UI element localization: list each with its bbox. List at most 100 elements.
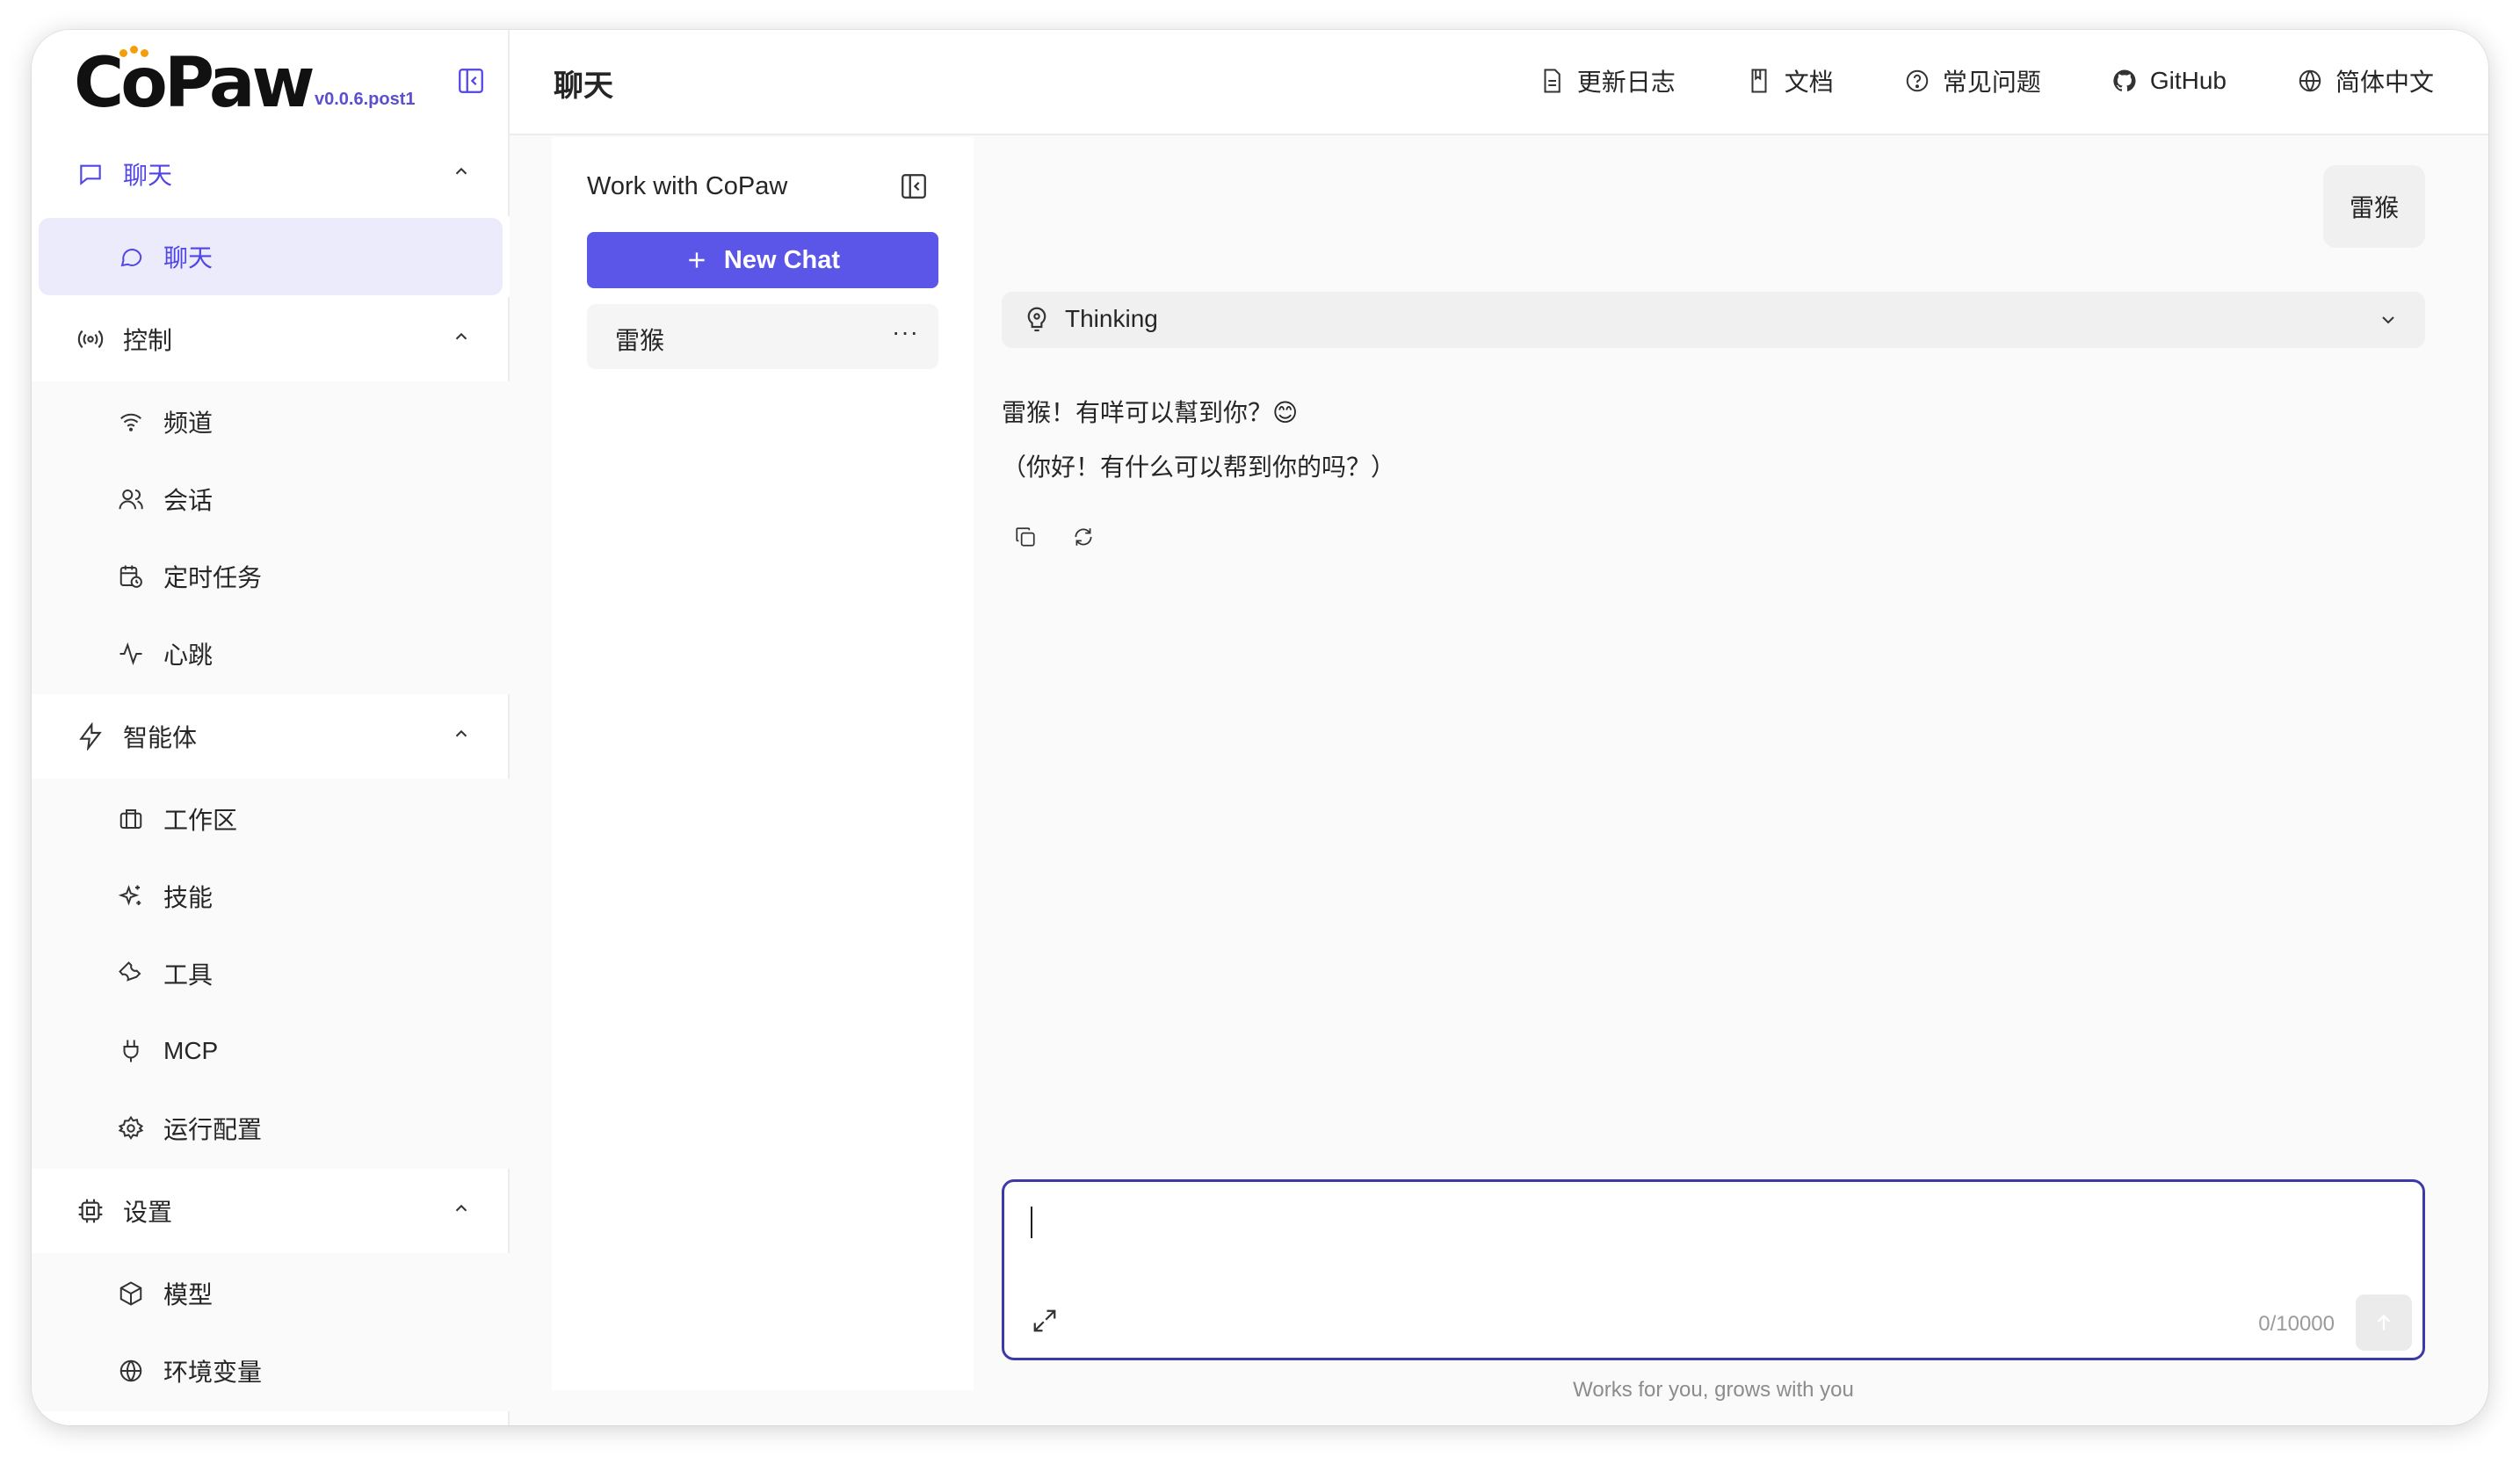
sidebar-item-runtime-config[interactable]: 运行配置 (32, 1090, 510, 1167)
session-panel-title: Work with CoPaw (587, 172, 788, 200)
book-icon (1751, 69, 1767, 93)
char-counter: 0/10000 (2258, 1312, 2335, 1336)
version-label: v0.0.6.post1 (315, 90, 416, 109)
sidebar-item-label: 工作区 (163, 807, 238, 834)
chevron-down-icon (2378, 309, 2399, 335)
sidebar-item-label: 频道 (163, 410, 214, 437)
menu-group-settings[interactable]: 设置 (32, 1169, 510, 1253)
new-chat-label: New Chat (723, 245, 841, 274)
sidebar: CoPaw v0.0.6.post1 聊天 聊天 控制 频道 会话 定时任务 心… (32, 30, 510, 1425)
menu-group-label: 控制 (123, 327, 173, 354)
thinking-label: Thinking (1065, 305, 1158, 332)
sidebar-item-label: 技能 (163, 884, 214, 911)
changelog-label: 更新日志 (1576, 69, 1676, 96)
plus-icon (689, 252, 705, 268)
send-button[interactable] (2356, 1294, 2412, 1351)
new-chat-button[interactable]: New Chat (587, 232, 938, 288)
chevron-up-icon (452, 162, 471, 185)
wrench-icon (116, 959, 146, 989)
session-item[interactable]: 雷猴 ··· (587, 304, 938, 369)
menu-group-chat[interactable]: 聊天 (32, 132, 510, 216)
header-links: 更新日志 文档 常见问题 GitHub 简体中文 (1539, 63, 2434, 98)
menu-group-agent[interactable]: 智能体 (32, 694, 510, 779)
panel-left-icon (902, 174, 926, 199)
language-switch[interactable]: 简体中文 (2297, 63, 2434, 98)
session-panel: Work with CoPaw New Chat 雷猴 ··· (552, 137, 974, 1390)
regenerate-icon[interactable] (1070, 524, 1097, 550)
copy-icon[interactable] (1012, 524, 1039, 550)
logo: CoPaw (74, 44, 315, 123)
lightbulb-brain-icon (1027, 307, 1046, 332)
github-icon (2113, 69, 2136, 91)
sidebar-item-label: 心跳 (163, 642, 214, 669)
chevron-up-icon (452, 1199, 471, 1222)
thinking-panel[interactable]: Thinking (1002, 292, 2425, 348)
sidebar-collapse-button[interactable] (453, 63, 489, 98)
sidebar-item-models[interactable]: 模型 (32, 1255, 510, 1332)
sidebar-item-label: MCP (163, 1037, 219, 1064)
sidebar-item-chat[interactable]: 聊天 (39, 218, 503, 295)
sidebar-item-env-vars[interactable]: 环境变量 (32, 1332, 510, 1410)
calendar-clock-icon (116, 562, 146, 591)
user-message: 雷猴 (2322, 165, 2425, 248)
github-link[interactable]: GitHub (2111, 63, 2227, 98)
submenu-agent: 工作区 技能 工具 MCP 运行配置 (32, 779, 510, 1169)
sidebar-item-heartbeat[interactable]: 心跳 (32, 615, 510, 692)
text-caret (1031, 1207, 1032, 1238)
chevron-up-icon (452, 724, 471, 748)
submenu-control: 频道 会话 定时任务 心跳 (32, 381, 510, 694)
top-header: 聊天 更新日志 文档 常见问题 GitHub 简体中文 (510, 30, 2488, 135)
sidebar-item-label: 环境变量 (163, 1359, 263, 1386)
logo-row: CoPaw v0.0.6.post1 (53, 30, 510, 132)
message-circle-icon (116, 242, 146, 272)
users-icon (116, 484, 146, 514)
sidebar-item-label: 运行配置 (163, 1116, 263, 1143)
session-name: 雷猴 (615, 327, 665, 354)
language-label: 简体中文 (2335, 69, 2434, 96)
menu-group-control[interactable]: 控制 (32, 297, 510, 381)
sidebar-item-mcp[interactable]: MCP (32, 1012, 510, 1090)
sidebar-item-channels[interactable]: 频道 (32, 383, 510, 460)
message-actions (1012, 524, 1097, 550)
sidebar-item-scheduled-tasks[interactable]: 定时任务 (32, 538, 510, 615)
sidebar-menu: 聊天 聊天 控制 频道 会话 定时任务 心跳 智能体 工作区 技能 工具 MCP… (32, 132, 510, 1411)
cpu-icon (76, 1196, 105, 1226)
sidebar-item-sessions[interactable]: 会话 (32, 460, 510, 538)
help-circle-icon (1906, 69, 1929, 92)
session-panel-collapse-button[interactable] (896, 169, 931, 204)
sidebar-item-label: 模型 (163, 1281, 214, 1308)
chat-area: 雷猴 Thinking 雷猴！有咩可以幫到你？😊 （你好！有什么可以帮到你的吗？… (974, 137, 2488, 1425)
more-icon[interactable]: ··· (892, 318, 919, 346)
message-input[interactable] (1029, 1203, 2398, 1282)
footer-tagline: Works for you, grows with you (1573, 1378, 1854, 1402)
file-text-icon (1544, 69, 1561, 93)
docs-label: 文档 (1784, 69, 1834, 96)
activity-icon (116, 639, 146, 669)
broadcast-icon (76, 324, 105, 354)
box-icon (116, 1279, 146, 1308)
sidebar-item-label: 定时任务 (163, 564, 263, 591)
sidebar-item-tools[interactable]: 工具 (32, 935, 510, 1012)
globe-icon (2299, 69, 2321, 92)
settings-icon (116, 1113, 146, 1143)
wifi-icon (116, 407, 146, 437)
assistant-message-line: 雷猴！有咩可以幫到你？😊 (1002, 399, 1299, 426)
menu-group-label: 聊天 (123, 162, 173, 189)
globe-icon (116, 1356, 146, 1386)
menu-group-label: 设置 (123, 1199, 173, 1226)
sidebar-item-workspace[interactable]: 工作区 (32, 780, 510, 858)
sidebar-item-skills[interactable]: 技能 (32, 858, 510, 935)
message-composer: 0/10000 (1002, 1179, 2425, 1360)
github-label: GitHub (2149, 67, 2227, 94)
arrow-up-icon (2377, 1314, 2391, 1330)
message-square-icon (76, 159, 105, 189)
expand-icon[interactable] (1029, 1305, 1061, 1337)
plug-icon (116, 1036, 146, 1066)
panel-left-icon (459, 69, 483, 93)
submenu-chat: 聊天 (32, 216, 510, 297)
page-title: 聊天 (554, 69, 613, 103)
changelog-link[interactable]: 更新日志 (1539, 63, 1676, 98)
faq-link[interactable]: 常见问题 (1904, 63, 2041, 98)
sidebar-item-label: 会话 (163, 487, 214, 514)
docs-link[interactable]: 文档 (1746, 63, 1834, 98)
